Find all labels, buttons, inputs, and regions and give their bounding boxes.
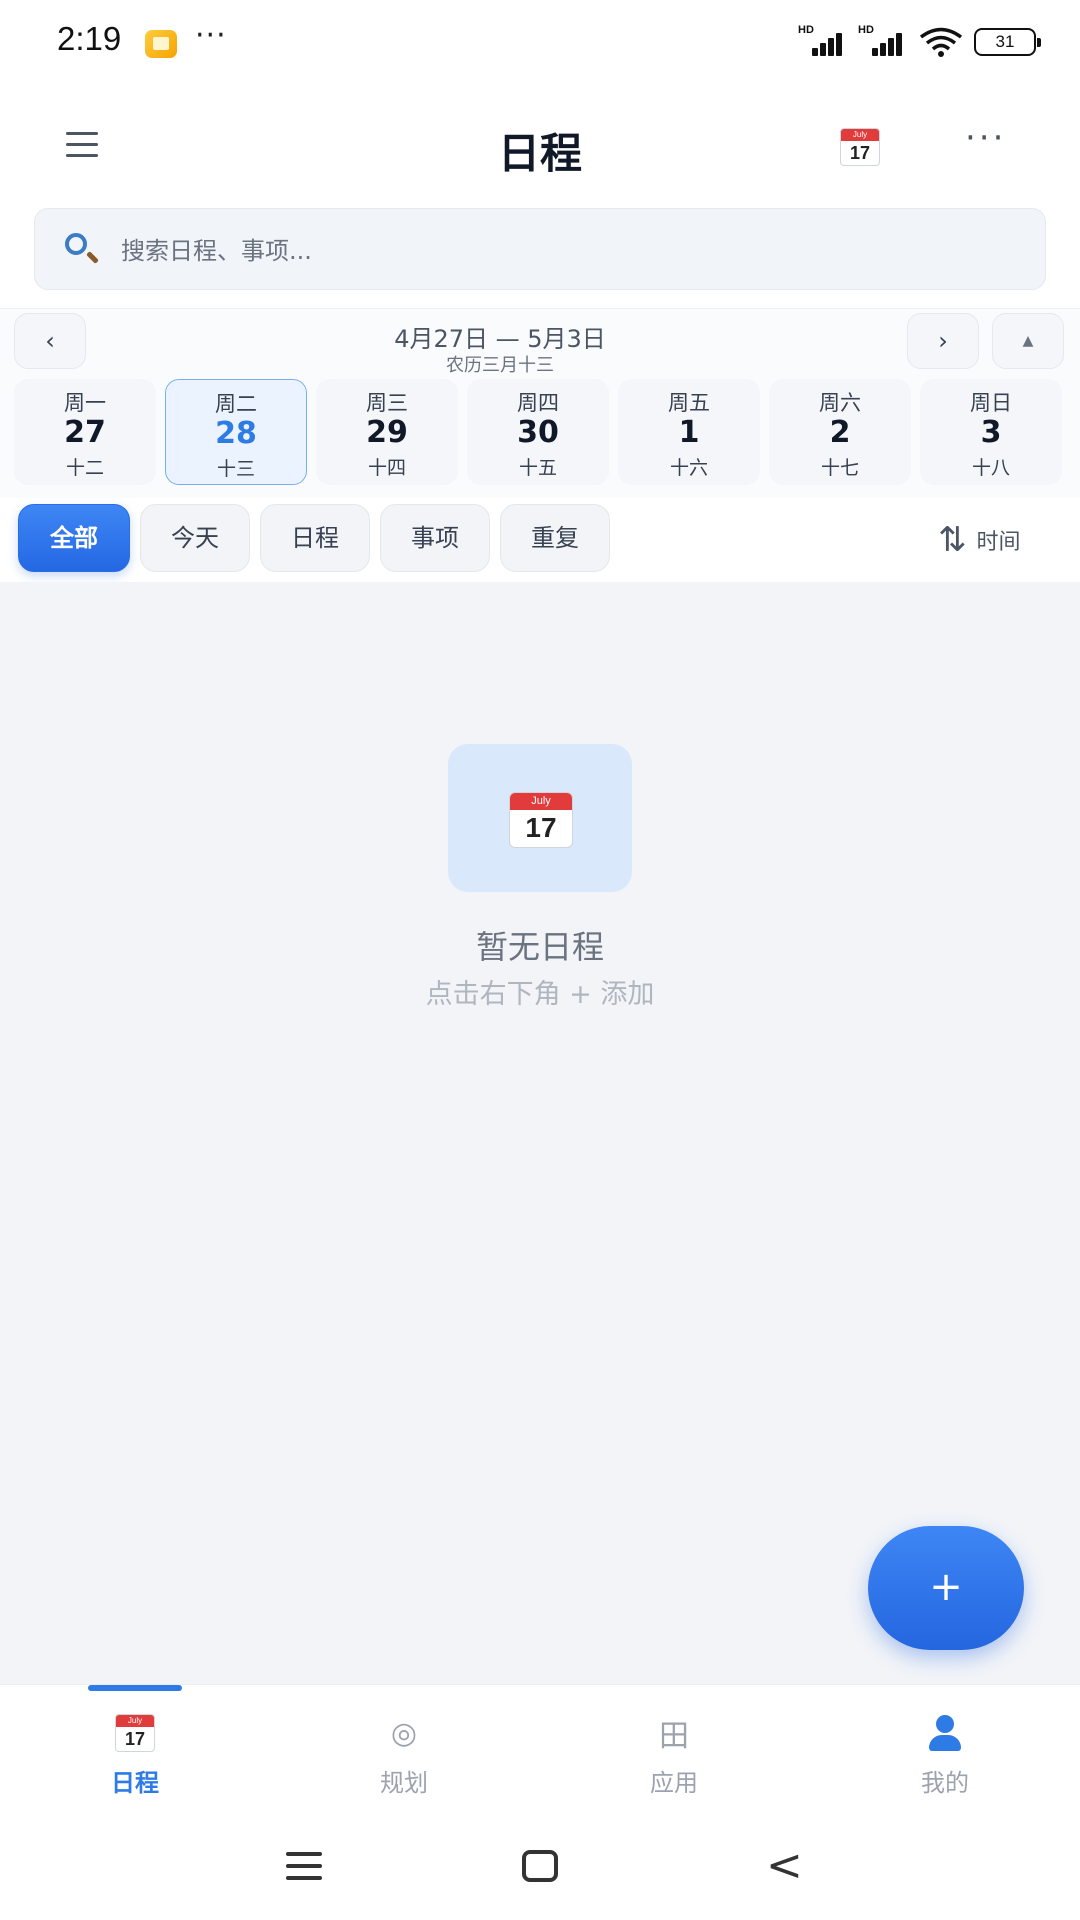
calendar-icon-day: 17 [849, 143, 871, 163]
day-cell[interactable]: 周四 30 十五 [467, 379, 609, 485]
more-options-button[interactable]: ··· [965, 118, 1006, 158]
wifi-icon [918, 26, 964, 58]
day-cell-selected[interactable]: 周二 28 十三 [165, 379, 307, 485]
home-icon[interactable] [522, 1850, 558, 1882]
day-weekday: 周六 [819, 391, 861, 415]
tab-mine[interactable]: 我的 [865, 1713, 1025, 1809]
day-number: 30 [517, 415, 559, 450]
calendar-icon-month: July [116, 1715, 154, 1727]
day-weekday: 周四 [517, 391, 559, 415]
back-icon[interactable]: < [766, 1844, 803, 1888]
tab-label: 日程 [111, 1769, 159, 1797]
day-weekday: 周日 [970, 391, 1012, 415]
calendar-icon-day: 17 [525, 812, 557, 843]
empty-state-title: 暂无日程 [475, 928, 604, 966]
day-number: 3 [980, 415, 1002, 450]
system-navigation-bar: < [0, 1820, 1080, 1920]
target-icon: ◎ [390, 1715, 418, 1751]
day-lunar: 十五 [518, 457, 557, 479]
calendar-icon-month: July [841, 129, 879, 141]
tab-label: 我的 [921, 1769, 969, 1797]
next-week-button[interactable]: › [907, 313, 979, 369]
person-icon [925, 1713, 965, 1753]
day-lunar: 十七 [820, 457, 859, 479]
calendar-icon: July 17 [509, 792, 573, 848]
calendar-icon[interactable]: July 17 [840, 128, 880, 168]
day-lunar: 十八 [971, 457, 1010, 479]
tab-planning[interactable]: ◎ 规划 [324, 1713, 484, 1809]
calendar-icon-day: 17 [124, 1729, 146, 1749]
tab-label: 规划 [380, 1769, 428, 1797]
day-cell[interactable]: 周五 1 十六 [618, 379, 760, 485]
sort-label: 时间 [976, 530, 1021, 555]
day-number: 28 [215, 416, 257, 451]
schedule-list: July 17 暂无日程 点击右下角 + 添加 [0, 582, 1080, 1684]
day-cell[interactable]: 周一 27 十二 [14, 379, 156, 485]
signal-hd-label: HD [858, 24, 874, 36]
status-bar: 2:19 ··· HD HD 31 [0, 0, 1080, 86]
battery-icon: 31 [974, 28, 1041, 56]
signal-hd-label: HD [798, 24, 814, 36]
filter-bar: 全部 今天 日程 事项 重复 ⇅ 时间 [0, 498, 1080, 582]
day-cell[interactable]: 周三 29 十四 [316, 379, 458, 485]
day-cell[interactable]: 周六 2 十七 [769, 379, 911, 485]
week-days: 周一 27 十二 周二 28 十三 周三 29 十四 周四 30 十五 周五 1 [14, 379, 1066, 485]
active-tab-indicator [88, 1685, 182, 1691]
tab-apps[interactable]: 田 应用 [594, 1713, 754, 1809]
day-number: 2 [829, 415, 851, 450]
empty-state-hint: 点击右下角 + 添加 [425, 979, 655, 1010]
tab-schedule[interactable]: July 17 日程 [55, 1713, 215, 1809]
calendar-icon: July 17 [55, 1713, 215, 1753]
day-weekday: 周三 [366, 391, 408, 415]
day-weekday: 周二 [215, 392, 257, 416]
signal-icon: HD [858, 24, 908, 58]
collapse-week-button[interactable]: ▲ [992, 313, 1064, 369]
filter-chip-today[interactable]: 今天 [140, 504, 250, 572]
recent-apps-icon[interactable] [286, 1852, 322, 1888]
grid-icon: 田 [659, 1719, 689, 1754]
filter-chip-tasks[interactable]: 事项 [380, 504, 490, 572]
status-indicators: HD HD 31 [798, 24, 1041, 58]
status-time: 2:19 [57, 20, 122, 57]
sort-button[interactable]: ⇅ 时间 [938, 518, 1021, 562]
day-cell[interactable]: 周日 3 十八 [920, 379, 1062, 485]
page-title: 日程 [497, 129, 582, 178]
week-range: 4月27日 — 5月3日 [394, 325, 606, 353]
app-header: 日程 July 17 ··· [0, 98, 1080, 198]
search-placeholder: 搜索日程、事项... [121, 237, 312, 265]
day-lunar: 十六 [669, 457, 708, 479]
day-weekday: 周一 [64, 391, 106, 415]
bottom-tab-bar: July 17 日程 ◎ 规划 田 应用 我的 [0, 1684, 1080, 1821]
empty-state-illustration: July 17 [448, 744, 632, 892]
day-lunar: 十三 [216, 458, 255, 480]
day-lunar: 十二 [65, 457, 104, 479]
sort-icon: ⇅ [938, 520, 967, 560]
day-number: 27 [64, 415, 106, 450]
filter-chip-all[interactable]: 全部 [18, 504, 130, 572]
calendar-icon-month: July [510, 793, 572, 810]
add-schedule-button[interactable]: + [868, 1526, 1024, 1650]
status-overflow: ··· [195, 18, 227, 53]
signal-icon: HD [798, 24, 848, 58]
search-icon [65, 233, 87, 255]
day-lunar: 十四 [367, 457, 406, 479]
filter-chip-repeat[interactable]: 重复 [500, 504, 610, 572]
week-navigator: ‹ 4月27日 — 5月3日 农历三月十三 › ▲ 周一 27 十二 周二 28… [0, 308, 1080, 500]
schedule-screen: 2:19 ··· HD HD 31 日程 July 17 ··· 搜索日程、事项… [0, 0, 1080, 1920]
notification-app-icon [145, 30, 177, 58]
search-bar[interactable]: 搜索日程、事项... [34, 208, 1046, 290]
filter-chip-schedule[interactable]: 日程 [260, 504, 370, 572]
tab-label: 应用 [650, 1769, 698, 1797]
day-weekday: 周五 [668, 391, 710, 415]
lunar-date: 农历三月十三 [446, 355, 554, 376]
day-number: 1 [678, 415, 700, 450]
day-number: 29 [366, 415, 408, 450]
